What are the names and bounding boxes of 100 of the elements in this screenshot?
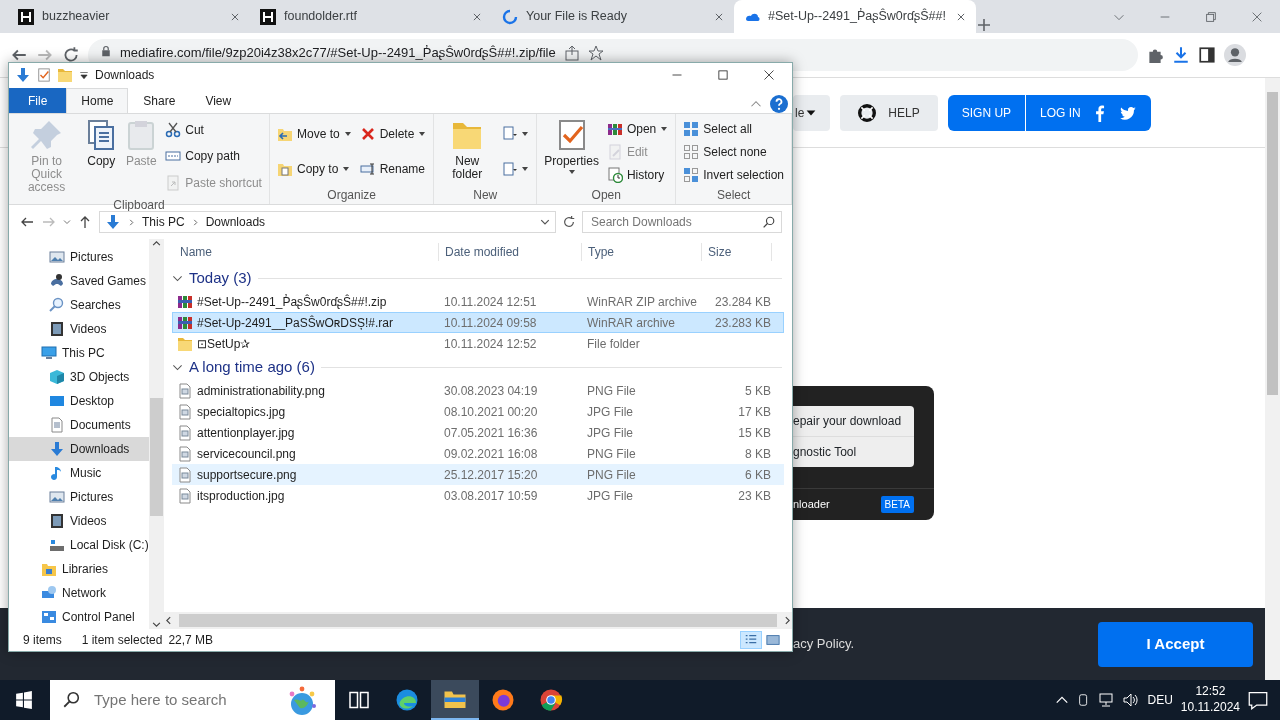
- scrollbar[interactable]: [1265, 78, 1280, 680]
- accept-button[interactable]: I Accept: [1098, 621, 1253, 667]
- help-icon[interactable]: [770, 95, 788, 113]
- nav-item[interactable]: This PC: [9, 341, 149, 365]
- chevron-down-icon[interactable]: [540, 217, 550, 227]
- column-header[interactable]: Name: [174, 243, 439, 261]
- browser-tab[interactable]: #Set-Up--2491_P̓aʂŜw0rɗʂŜ##!: [734, 0, 976, 33]
- help-button[interactable]: HELP: [840, 94, 938, 131]
- nav-item[interactable]: Music: [9, 461, 149, 485]
- nav-item[interactable]: Videos: [9, 509, 149, 533]
- ribbon-button[interactable]: Select all: [680, 118, 787, 139]
- close-icon[interactable]: [714, 11, 724, 22]
- ribbon-button[interactable]: Copy: [82, 117, 121, 196]
- link[interactable]: epair your download: [793, 406, 914, 436]
- reload-icon[interactable]: [62, 46, 80, 64]
- ribbon-button[interactable]: Delete: [356, 124, 430, 145]
- notification-icon[interactable]: [1248, 690, 1268, 710]
- share-icon[interactable]: [563, 45, 580, 61]
- file-row[interactable]: ⊡SetUp✰ 10.11.2024 12:52 File folder: [172, 333, 784, 354]
- browser-icon[interactable]: [539, 688, 563, 712]
- file-row[interactable]: itsproduction.jpg 03.08.2017 10:59 JPG File 23 KB: [172, 485, 784, 506]
- nav-item[interactable]: Desktop: [9, 389, 149, 413]
- search-box[interactable]: Search Downloads: [582, 211, 782, 233]
- chevron-up-icon[interactable]: [152, 239, 161, 248]
- nav-item[interactable]: 3D Objects: [9, 365, 149, 389]
- restore-icon[interactable]: [1204, 9, 1218, 24]
- ribbon-button[interactable]: Cut: [162, 120, 265, 141]
- properties-icon[interactable]: [37, 68, 51, 82]
- close-icon[interactable]: [956, 11, 966, 22]
- nav-item[interactable]: Saved Games: [9, 269, 149, 293]
- log-in-button[interactable]: LOG IN: [1026, 94, 1151, 131]
- view-button[interactable]: [740, 631, 762, 649]
- ribbon-button[interactable]: New folder: [438, 117, 497, 186]
- browser-tab[interactable]: Your File is Ready: [492, 0, 734, 33]
- nav-item[interactable]: Pictures: [9, 485, 149, 509]
- file-row[interactable]: attentionplayer.jpg 07.05.2021 16:36 JPG File 15 KB: [172, 422, 784, 443]
- browser-tab[interactable]: foundolder.rtf: [250, 0, 492, 33]
- ribbon-tab[interactable]: View: [190, 88, 247, 113]
- address-field[interactable]: This PC Downloads: [99, 211, 556, 233]
- avatar-icon[interactable]: [1224, 44, 1246, 66]
- file-row[interactable]: supportsecure.png 25.12.2017 15:20 PNG File 6 KB: [172, 464, 784, 485]
- chevron-down-icon[interactable]: [152, 620, 161, 629]
- sign-up-button[interactable]: SIGN UP: [947, 94, 1026, 131]
- column-header[interactable]: Type: [582, 243, 702, 261]
- nav-item[interactable]: Searches: [9, 293, 149, 317]
- group-header[interactable]: A long time ago (6): [189, 355, 315, 379]
- browser-icon[interactable]: [395, 688, 419, 712]
- fox-icon[interactable]: [491, 688, 515, 712]
- ribbon-button[interactable]: Invert selection: [680, 164, 787, 185]
- column-header[interactable]: Date modified: [439, 243, 582, 261]
- breadcrumb[interactable]: Downloads: [205, 213, 266, 231]
- nav-item[interactable]: Documents: [9, 413, 149, 437]
- language-indicator[interactable]: DEU: [1147, 691, 1173, 709]
- file-menu-button[interactable]: File: [9, 88, 67, 113]
- menu-button[interactable]: le: [793, 94, 831, 131]
- nav-item[interactable]: Videos: [9, 317, 149, 341]
- side-panel-icon[interactable]: [1198, 46, 1216, 64]
- nav-item[interactable]: Local Disk (C:): [9, 533, 149, 557]
- ribbon-button[interactable]: Open: [603, 118, 672, 139]
- file-row[interactable]: administrationability.png 30.08.2023 04:19 PNG File 5 KB: [172, 380, 784, 401]
- scrollbar[interactable]: [164, 612, 792, 629]
- ribbon-button[interactable]: Copy path: [162, 146, 265, 167]
- ribbon-tab[interactable]: Share: [128, 88, 191, 113]
- nav-item[interactable]: Network: [9, 581, 149, 605]
- scrollbar[interactable]: [149, 239, 164, 629]
- file-row[interactable]: #Set-Up--2491_P̓aʂŜw0rɗʂŜ##!.zip 10.11.2024 12:51 WinRAR ZIP archive 23.284 KB: [172, 291, 784, 312]
- browser-tab[interactable]: buzzheavier: [8, 0, 250, 33]
- speaker-icon[interactable]: [1123, 692, 1140, 708]
- ribbon-button[interactable]: Properties: [541, 117, 602, 186]
- group-header[interactable]: Today (3): [189, 266, 252, 290]
- file-row[interactable]: specialtopics.jpg 08.10.2021 00:20 JPG File 17 KB: [172, 401, 784, 422]
- ribbon-button[interactable]: Select none: [680, 141, 787, 162]
- close-icon[interactable]: [763, 69, 775, 81]
- dropdown-icon[interactable]: [79, 70, 89, 80]
- maximize-icon[interactable]: [717, 69, 729, 81]
- nav-item[interactable]: Downloads: [9, 437, 149, 461]
- ribbon-tab[interactable]: Home: [66, 88, 129, 113]
- nav-item[interactable]: Libraries: [9, 557, 149, 581]
- clock-date[interactable]: 10.11.2024: [1180, 700, 1240, 716]
- refresh-icon[interactable]: [562, 215, 576, 229]
- ribbon-button[interactable]: Rename: [356, 158, 430, 179]
- close-icon[interactable]: [230, 11, 240, 22]
- column-header[interactable]: Size: [702, 243, 772, 261]
- chevron-right-icon[interactable]: [783, 616, 792, 625]
- star-icon[interactable]: [587, 45, 604, 61]
- clock-time[interactable]: 12:52: [1180, 684, 1240, 700]
- ribbon-button[interactable]: History: [603, 164, 672, 185]
- plus-icon[interactable]: [976, 17, 992, 33]
- ribbon-button[interactable]: Move to: [273, 124, 355, 145]
- ribbon-button[interactable]: Copy to: [273, 158, 355, 179]
- search-box[interactable]: Type here to search: [50, 680, 335, 720]
- close-icon[interactable]: [472, 11, 482, 22]
- breadcrumb[interactable]: This PC: [142, 213, 185, 231]
- nav-item[interactable]: Pictures: [9, 245, 149, 269]
- file-row[interactable]: servicecouncil.png 09.02.2021 16:08 PNG File 8 KB: [172, 443, 784, 464]
- chevron-left-icon[interactable]: [164, 616, 173, 625]
- windows-icon[interactable]: [15, 691, 33, 709]
- download-icon[interactable]: [1172, 46, 1190, 64]
- file-row[interactable]: #Set-Up-2491__PaSŜwOʀDSȘ!#.rar 10.11.2024 09:58 WinRAR archive 23.283 KB: [172, 312, 784, 333]
- nav-item[interactable]: Control Panel: [9, 605, 149, 629]
